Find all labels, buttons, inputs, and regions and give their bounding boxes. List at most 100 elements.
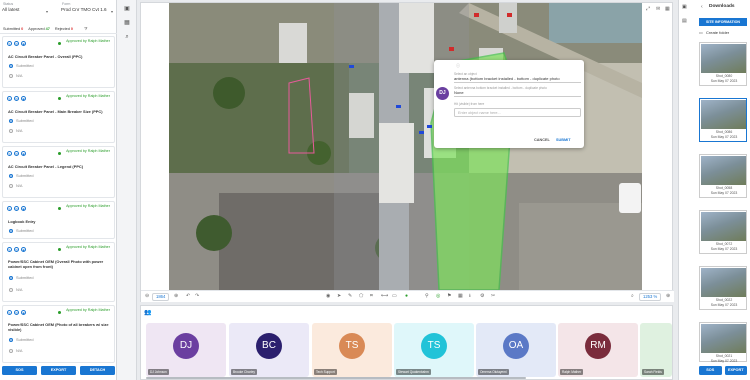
view-icon[interactable]: ◉ [326, 293, 330, 299]
approved-count[interactable]: Approved 47 [28, 27, 50, 31]
active-tool-icon[interactable]: ● [405, 293, 408, 299]
sos-button[interactable]: SOS [699, 366, 722, 375]
redo-icon[interactable]: ↷ [195, 293, 199, 299]
radio-submitted[interactable]: Submitted [9, 337, 34, 342]
camera-icon[interactable]: ◉ [21, 41, 26, 46]
photo-thumbnail[interactable]: Shot_0072 Sun May 07 2023 [699, 210, 747, 254]
select-icon[interactable]: ➤ [337, 293, 341, 299]
filter-icon[interactable]: ⧩ [84, 27, 87, 31]
form-select[interactable]: Prod Cnr TMO Cvt 1.6 [61, 7, 111, 16]
cancel-button[interactable]: CANCEL [534, 138, 550, 142]
detach-button[interactable]: DETACH [80, 366, 115, 375]
settings-icon[interactable]: ⚙ [480, 293, 484, 299]
download-icon[interactable]: ⭳ [469, 293, 471, 301]
checklist-card[interactable]: ✎ ✉ ◉ Approved by Ralph Mather Logbook Ent… [2, 201, 115, 239]
table-icon[interactable]: ▦ [458, 293, 463, 299]
camera-icon[interactable]: ◉ [21, 151, 26, 156]
grid-icon[interactable]: ▦ [665, 6, 670, 12]
camera-icon[interactable]: ◉ [21, 310, 26, 315]
rejected-count[interactable]: Rejected 0 [55, 27, 73, 31]
crop-icon[interactable]: ⌗ [370, 293, 373, 299]
measure-icon[interactable]: ⟷ [381, 293, 388, 299]
submit-button[interactable]: SUBMIT [556, 138, 571, 142]
comment-icon[interactable]: ✉ [14, 96, 19, 101]
radio-na[interactable]: N/A [9, 287, 23, 292]
site-information-button[interactable]: SITE INFORMATION [699, 18, 747, 26]
fullscreen-icon[interactable]: ⤢ [646, 6, 650, 12]
panel-toggle-icon[interactable]: ▣ [122, 4, 132, 14]
edit-icon[interactable]: ✎ [7, 206, 12, 211]
export-button[interactable]: EXPORT [724, 366, 747, 375]
panel-toggle-icon[interactable]: ▣ [682, 4, 687, 10]
participant-tile[interactable]: DJ DJ Johnson [146, 323, 226, 377]
search-icon[interactable]: ⌕ [631, 293, 634, 299]
participant-tile[interactable]: TS Stewart Quakenbahm [394, 323, 474, 377]
edit-icon[interactable]: ✎ [7, 151, 12, 156]
pin-icon[interactable]: ⚲ [425, 293, 429, 299]
flag-icon[interactable]: ⚑ [447, 293, 451, 299]
checklist-card[interactable]: ✎ ✉ ◉ Approved by Ralph Mather Power/SSC C… [2, 242, 115, 302]
participant-tile[interactable]: RM Ralph Mather [558, 323, 638, 377]
object-name-input[interactable]: Enter object name here... [454, 108, 581, 117]
radio-na[interactable]: N/A [9, 183, 23, 188]
radio-submitted[interactable]: Submitted [9, 228, 34, 233]
camera-icon[interactable]: ◉ [21, 247, 26, 252]
folder-icon[interactable]: ▤ [682, 18, 687, 24]
photo-thumbnail[interactable]: Shot_0022 Sun May 07 2023 [699, 266, 747, 310]
checklist-card[interactable]: ✎ ✉ ◉ Approved by Ralph Mather Power/SSC C… [2, 305, 115, 363]
back-icon[interactable]: ‹ [701, 4, 703, 10]
radio-na[interactable]: N/A [9, 73, 23, 78]
annotate-icon[interactable]: ◎ [436, 293, 440, 299]
photo-thumbnail[interactable]: Shot_0086 Sun May 07 2023 [699, 98, 747, 142]
edit-icon[interactable]: ✎ [7, 247, 12, 252]
shape-icon[interactable]: ▭ [392, 293, 397, 299]
polygon-icon[interactable]: ⬠ [359, 293, 363, 299]
bracket-select[interactable]: None [454, 89, 581, 97]
object-select[interactable]: antenna (bottom bracket installed - bott… [454, 75, 581, 83]
camera-icon[interactable]: ◉ [21, 206, 26, 211]
radio-na[interactable]: N/A [9, 348, 23, 353]
comment-icon[interactable]: ✉ [14, 247, 19, 252]
participant-tile[interactable]: OA Omema Olutayemi [476, 323, 556, 377]
comment-icon[interactable]: ✉ [14, 206, 19, 211]
edit-icon[interactable]: ✎ [7, 41, 12, 46]
zoom-in-icon[interactable]: ⊕ [666, 293, 670, 299]
export-button[interactable]: EXPORT [41, 366, 76, 375]
checklist-card[interactable]: ✎ ✉ ◉ Approved by Ralph Mather AC Circuit … [2, 146, 115, 198]
filter-select[interactable]: All latest [2, 7, 47, 16]
photo-thumbnail[interactable]: Shot_0058 Sun May 07 2023 [699, 154, 747, 198]
people-icon[interactable]: 👥 [144, 309, 151, 316]
frame-counter[interactable]: 1864 [152, 293, 170, 301]
sos-button[interactable]: SOS [2, 366, 37, 375]
comment-icon[interactable]: ✉ [14, 310, 19, 315]
zoom-level[interactable]: 1253 % [639, 293, 662, 301]
comment-icon[interactable]: ✉ [14, 41, 19, 46]
radio-na[interactable]: N/A [9, 128, 23, 133]
comment-icon[interactable]: ✉ [656, 6, 660, 12]
edit-icon[interactable]: ✎ [7, 310, 12, 315]
pen-icon[interactable]: ✎ [348, 293, 352, 299]
checklist-card[interactable]: ✎ ✉ ◉ Approved by Ralph Mather AC Circuit … [2, 36, 115, 88]
search-icon[interactable]: ⌕ [122, 32, 132, 42]
undo-icon[interactable]: ↶ [186, 293, 190, 299]
scissors-icon[interactable]: ✂ [491, 293, 495, 299]
radio-submitted[interactable]: Submitted [9, 63, 34, 68]
grid-icon[interactable]: ▦ [122, 18, 132, 28]
participant-tile[interactable]: BC Brooke Charley [229, 323, 309, 377]
participant-tile[interactable]: Sarah Fields [640, 323, 672, 377]
camera-icon[interactable]: ◉ [21, 96, 26, 101]
radio-submitted[interactable]: Submitted [9, 275, 34, 280]
checklist-card[interactable]: ✎ ✉ ◉ Approved by Ralph Mather AC Circuit … [2, 91, 115, 143]
horizontal-scrollbar[interactable] [146, 377, 526, 379]
comment-icon[interactable]: ✉ [14, 151, 19, 156]
edit-icon[interactable]: ✎ [7, 96, 12, 101]
photo-thumbnail[interactable]: Shot_0021 Sun May 07 2023 [699, 322, 747, 363]
create-folder-link[interactable]: Create folder [706, 30, 729, 35]
zoom-in-icon[interactable]: ⊕ [174, 293, 178, 299]
radio-submitted[interactable]: Submitted [9, 173, 34, 178]
participant-tile[interactable]: TS Tech Support [312, 323, 392, 377]
zoom-out-icon[interactable]: ⊖ [145, 293, 149, 299]
photo-thumbnail[interactable]: Shot_0080 Sun May 07 2023 [699, 42, 747, 86]
radio-submitted[interactable]: Submitted [9, 118, 34, 123]
submitted-count[interactable]: Submitted 0 [3, 27, 23, 31]
